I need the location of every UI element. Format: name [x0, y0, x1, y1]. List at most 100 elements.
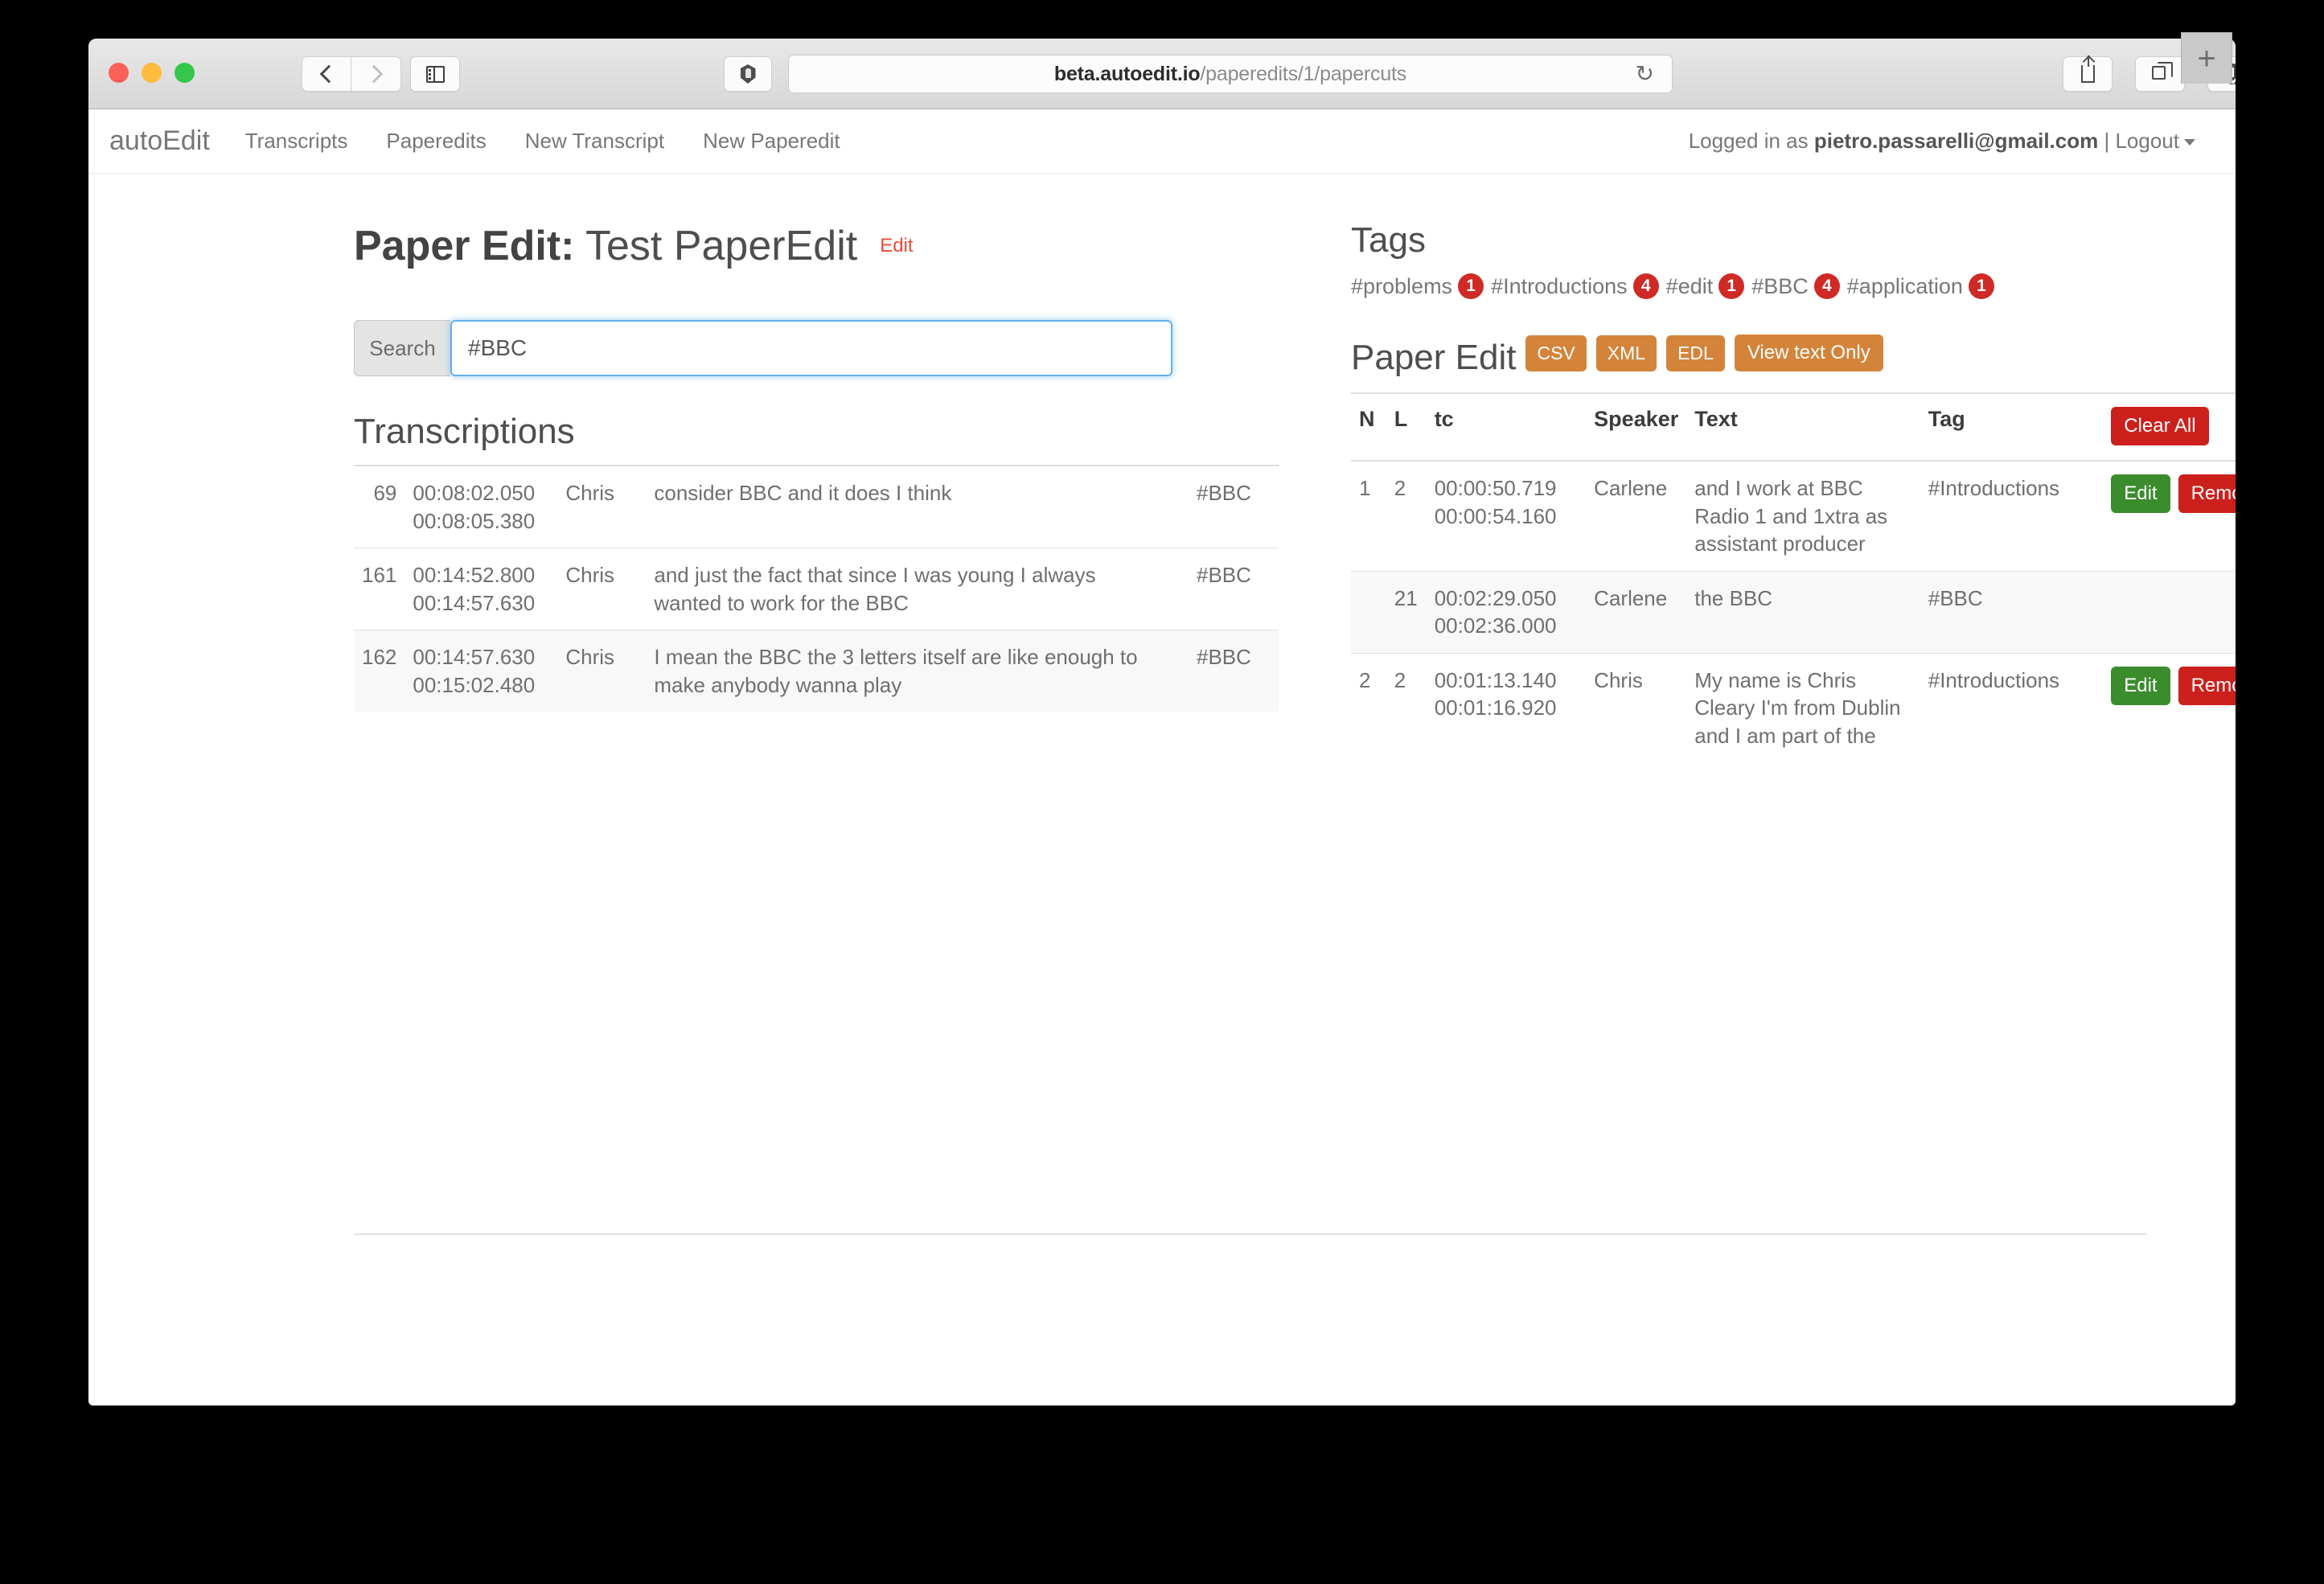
brand-logo[interactable]: autoEdit [106, 125, 210, 157]
new-tab-button[interactable]: + [2181, 32, 2232, 84]
tab-overview-icon [2152, 66, 2166, 80]
account-area: Logged in as pietro.passarelli@gmail.com… [1689, 129, 2195, 154]
sidebar-toggle-button[interactable] [410, 56, 460, 92]
paperedit-heading: Paper Edit [1351, 338, 1516, 378]
right-column: Tags #problems1#Introductions4#edit1#BBC… [1351, 174, 2236, 763]
row-speaker: Chris [1586, 653, 1686, 762]
tag-problems[interactable]: #problems1 [1351, 273, 1491, 299]
tags-heading: Tags [1351, 220, 2236, 261]
row-actions: EditRemove [2103, 461, 2236, 571]
table-row[interactable]: 1 2 00:00:50.71900:00:54.160 Carlene and… [1351, 461, 2236, 571]
edit-button[interactable]: Edit [2111, 474, 2170, 513]
paperedit-header: Paper Edit CSV XML EDL View text Only [1351, 334, 2236, 378]
tag-introductions[interactable]: #Introductions4 [1491, 273, 1666, 299]
tc-in: 00:14:52.800 [413, 563, 535, 587]
row-tag[interactable]: #BBC [1174, 466, 1279, 548]
search-input[interactable] [450, 320, 1172, 376]
page-title-name: Test PaperEdit [585, 223, 857, 269]
back-chevron-icon [319, 65, 338, 84]
paperedit-table: N L tc Speaker Text Tag Clear All 1 2 [1351, 392, 2236, 763]
nav-separator: | [2104, 129, 2109, 153]
share-button[interactable] [2063, 56, 2113, 92]
browser-toolbar: beta.autoedit.io/paperedits/1/papercuts … [88, 39, 2236, 109]
tc-in: 00:00:50.719 [1435, 476, 1557, 500]
clear-all-cell: Clear All [2103, 393, 2236, 461]
table-row[interactable]: 69 00:08:02.05000:08:05.380 Chris consid… [354, 466, 1279, 548]
edit-button[interactable]: Edit [2111, 667, 2170, 705]
url-path: /paperedits/1/papercuts [1200, 63, 1406, 85]
row-timecode: 00:02:29.05000:02:36.000 [1427, 571, 1586, 653]
row-tag[interactable]: #Introductions [1920, 653, 2103, 762]
table-row[interactable]: 161 00:14:52.80000:14:57.630 Chris and j… [354, 548, 1279, 630]
row-number: 69 [354, 466, 404, 548]
chevron-down-icon[interactable] [2184, 139, 2195, 146]
transcriptions-table-body: 69 00:08:02.05000:08:05.380 Chris consid… [354, 466, 1279, 712]
nav-link-new-transcript[interactable]: New Transcript [525, 129, 664, 154]
tc-in: 00:02:29.050 [1435, 586, 1557, 610]
edit-title-link[interactable]: Edit [880, 235, 913, 256]
clear-all-button[interactable]: Clear All [2111, 407, 2208, 445]
logout-link[interactable]: Logout [2115, 129, 2179, 153]
table-row[interactable]: 162 00:14:57.63000:15:02.480 Chris I mea… [354, 630, 1279, 712]
row-speaker: Chris [557, 466, 646, 548]
row-tag[interactable]: #BBC [1174, 630, 1279, 712]
privacy-shield-button[interactable] [724, 56, 772, 92]
window-controls [109, 63, 195, 83]
maximize-window-button[interactable] [175, 63, 195, 83]
reload-icon[interactable]: ↻ [1636, 63, 1654, 85]
forward-button[interactable] [351, 56, 401, 92]
nav-link-paperedits[interactable]: Paperedits [386, 129, 486, 154]
tag-label: #application [1847, 274, 1963, 298]
url-text: beta.autoedit.io/paperedits/1/papercuts [1054, 63, 1406, 86]
remove-button[interactable]: Remove [2178, 667, 2236, 705]
row-number: 162 [354, 630, 404, 712]
tag-label: #edit [1666, 274, 1714, 298]
tag-application[interactable]: #application1 [1847, 273, 2002, 299]
tag-label: #BBC [1751, 274, 1809, 298]
address-bar[interactable]: beta.autoedit.io/paperedits/1/papercuts … [788, 55, 1673, 93]
remove-button[interactable]: Remove [2178, 474, 2236, 513]
minimize-window-button[interactable] [142, 63, 162, 83]
back-button[interactable] [302, 56, 351, 92]
row-timecode: 00:14:57.63000:15:02.480 [404, 630, 557, 712]
row-text: consider BBC and it does I think [646, 466, 1174, 548]
row-actions: EditRemove [2103, 653, 2236, 762]
col-header-tc: tc [1427, 393, 1586, 461]
page-title-prefix: Paper Edit: [354, 223, 575, 269]
close-window-button[interactable] [109, 63, 129, 83]
view-text-only-button[interactable]: View text Only [1735, 334, 1883, 371]
export-edl-button[interactable]: EDL [1666, 335, 1725, 371]
tab-overview-button[interactable] [2135, 56, 2185, 92]
row-n: 1 [1351, 461, 1386, 571]
tc-out: 00:08:05.380 [413, 509, 535, 533]
nav-link-new-paperedit[interactable]: New Paperedit [703, 129, 840, 154]
row-timecode: 00:00:50.71900:00:54.160 [1427, 461, 1586, 571]
tag-edit[interactable]: #edit1 [1666, 273, 1752, 299]
row-speaker: Chris [557, 548, 646, 630]
row-l: 21 [1386, 571, 1427, 653]
export-csv-button[interactable]: CSV [1525, 335, 1586, 371]
row-tag[interactable]: #BBC [1920, 571, 2103, 653]
table-row[interactable]: 2 2 00:01:13.14000:01:16.920 Chris My na… [1351, 653, 2236, 762]
nav-link-transcripts[interactable]: Transcripts [245, 129, 348, 154]
row-tag[interactable]: #BBC [1174, 548, 1279, 630]
tag-bbc[interactable]: #BBC4 [1751, 273, 1847, 299]
tag-count-badge: 1 [1969, 273, 1994, 299]
row-number: 161 [354, 548, 404, 630]
row-timecode: 00:01:13.14000:01:16.920 [1427, 653, 1586, 762]
row-text: the BBC [1686, 571, 1920, 653]
row-n [1351, 571, 1386, 653]
table-row[interactable]: 21 00:02:29.05000:02:36.000 Carlene the … [1351, 571, 2236, 653]
row-text: My name is Chris Cleary I'm from Dublin … [1686, 653, 1920, 762]
row-tag[interactable]: #Introductions [1920, 461, 2103, 571]
col-header-n: N [1351, 393, 1386, 461]
row-timecode: 00:08:02.05000:08:05.380 [404, 466, 557, 548]
url-host: beta.autoedit.io [1054, 63, 1201, 85]
tags-list: #problems1#Introductions4#edit1#BBC4#app… [1351, 273, 2236, 299]
col-header-tag: Tag [1920, 393, 2103, 461]
tc-in: 00:01:13.140 [1435, 668, 1557, 692]
paperedit-table-body: 1 2 00:00:50.71900:00:54.160 Carlene and… [1351, 461, 2236, 763]
export-xml-button[interactable]: XML [1596, 335, 1657, 371]
logged-in-label: Logged in as [1689, 129, 1809, 153]
browser-window: beta.autoedit.io/paperedits/1/papercuts … [88, 39, 2236, 1405]
